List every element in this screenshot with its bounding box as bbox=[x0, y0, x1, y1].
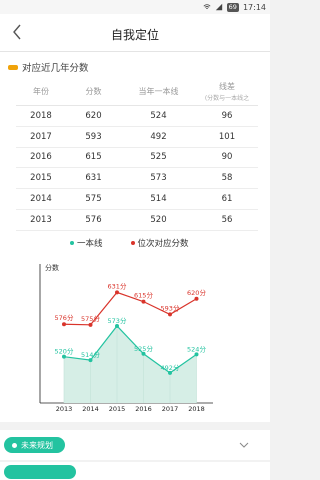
rank-score-point bbox=[141, 299, 146, 304]
table-row: 2014 575 514 61 bbox=[16, 189, 258, 210]
cell-baseline: 514 bbox=[150, 194, 167, 205]
cell-baseline: 573 bbox=[150, 173, 167, 184]
baseline-data-label: 525分 bbox=[134, 344, 153, 353]
cell-baseline: 492 bbox=[150, 131, 167, 142]
rank-score-point bbox=[168, 312, 172, 317]
cell-score: 575 bbox=[85, 194, 102, 205]
chevron-down-icon[interactable] bbox=[238, 439, 250, 451]
next-section-pill bbox=[4, 465, 76, 479]
cell-score: 615 bbox=[85, 152, 102, 163]
rank-score-point bbox=[194, 296, 199, 301]
page-title: 自我定位 bbox=[110, 28, 159, 42]
table-row: 2013 576 520 56 bbox=[16, 210, 258, 231]
table-row: 2015 631 573 58 bbox=[16, 168, 258, 190]
x-tick-label: 2013 bbox=[56, 405, 73, 413]
next-section-peek bbox=[0, 462, 270, 480]
cell-year: 2013 bbox=[30, 214, 52, 225]
baseline-data-label: 573分 bbox=[108, 316, 127, 325]
baseline-data-label: 514分 bbox=[81, 350, 100, 359]
section-marker bbox=[8, 64, 18, 70]
x-tick-label: 2017 bbox=[162, 405, 179, 413]
cell-diff: 101 bbox=[218, 131, 236, 142]
legend-item-baseline: 一本线 bbox=[70, 237, 103, 249]
cell-score: 631 bbox=[85, 173, 102, 184]
score-line-chart: 分数 520分 514分 573分 525分 492分 524分 576分 575分 631分 6… bbox=[39, 263, 213, 413]
header-baseline: 当年一本线 bbox=[138, 87, 179, 96]
wifi-icon bbox=[203, 4, 211, 9]
rank-score-point bbox=[115, 290, 119, 295]
table-row: 2018 620 524 96 bbox=[16, 106, 258, 127]
cell-baseline: 520 bbox=[150, 214, 167, 225]
rank-score-data-label: 615分 bbox=[134, 291, 153, 300]
table-row: 2017 593 492 101 bbox=[16, 127, 258, 148]
future-plan-label: 未来规划 bbox=[21, 440, 53, 450]
table-row: 2016 615 525 90 bbox=[16, 148, 258, 169]
cell-diff: 90 bbox=[221, 152, 233, 163]
future-plan-section[interactable]: 未来规划 bbox=[0, 430, 270, 460]
cell-score: 593 bbox=[85, 131, 102, 142]
section-title: 对应近几年分数 bbox=[22, 63, 89, 74]
cell-diff: 61 bbox=[221, 194, 233, 205]
baseline-data-label: 520分 bbox=[55, 347, 74, 356]
status-bar: 69 17:14 bbox=[0, 0, 270, 14]
plot-area: 520分 514分 573分 525分 492分 524分 576分 575分 631分 615分… bbox=[55, 281, 207, 413]
section-header: 对应近几年分数 bbox=[8, 60, 89, 74]
rank-score-data-label: 575分 bbox=[81, 314, 100, 323]
cell-diff: 56 bbox=[221, 214, 233, 225]
cell-diff: 58 bbox=[221, 173, 233, 184]
cell-year: 2016 bbox=[30, 152, 52, 163]
header-year: 年份 bbox=[33, 87, 49, 96]
rank-score-data-label: 620分 bbox=[187, 288, 206, 297]
legend-item-rank-score: 位次对应分数 bbox=[130, 237, 189, 249]
chart-legend: 一本线 位次对应分数 bbox=[70, 237, 189, 249]
baseline-data-label: 492分 bbox=[161, 363, 180, 372]
cell-baseline: 524 bbox=[150, 110, 167, 121]
cell-baseline: 525 bbox=[150, 152, 167, 163]
x-tick-label: 2018 bbox=[188, 405, 205, 413]
cell-diff: 96 bbox=[221, 110, 233, 121]
y-axis-label: 分数 bbox=[45, 263, 59, 272]
battery-icon: 69 bbox=[226, 2, 239, 12]
cell-year: 2015 bbox=[30, 173, 52, 184]
cell-score: 576 bbox=[85, 214, 102, 225]
x-tick-label: 2014 bbox=[82, 405, 99, 413]
signal-icon bbox=[215, 3, 222, 11]
table-header-row: 年份 分数 当年一本线 线差 (分数与一本线之 bbox=[16, 78, 258, 106]
rank-score-point bbox=[62, 322, 66, 327]
baseline-data-label: 524分 bbox=[187, 344, 206, 353]
legend-dot-green bbox=[70, 241, 74, 245]
status-time: 17:14 bbox=[242, 2, 266, 12]
rank-score-data-label: 631分 bbox=[108, 281, 127, 290]
cell-year: 2017 bbox=[30, 131, 52, 142]
x-tick-label: 2015 bbox=[109, 405, 126, 413]
rank-score-data-label: 576分 bbox=[55, 313, 74, 322]
cell-year: 2018 bbox=[30, 110, 52, 121]
cell-year: 2014 bbox=[30, 194, 52, 205]
legend-dot-red bbox=[130, 241, 135, 245]
scores-table: 年份 分数 当年一本线 线差 (分数与一本线之 2018 620 524 96 … bbox=[16, 78, 258, 231]
legend-label: 位次对应分数 bbox=[137, 239, 189, 249]
future-plan-pill: 未来规划 bbox=[4, 437, 65, 453]
rank-score-data-label: 593分 bbox=[161, 303, 180, 312]
rank-score-point bbox=[88, 322, 93, 327]
header-diff: 线差 (分数与一本线之 bbox=[196, 81, 258, 102]
nav-bar: 自我定位 bbox=[0, 14, 270, 52]
header-score: 分数 bbox=[85, 87, 102, 96]
cell-score: 620 bbox=[85, 110, 102, 121]
legend-label: 一本线 bbox=[77, 239, 103, 249]
header-diff-note: (分数与一本线之 bbox=[204, 95, 250, 102]
header-diff-label: 线差 bbox=[219, 82, 235, 91]
x-tick-label: 2016 bbox=[135, 405, 152, 413]
pill-dot-icon bbox=[12, 442, 17, 448]
